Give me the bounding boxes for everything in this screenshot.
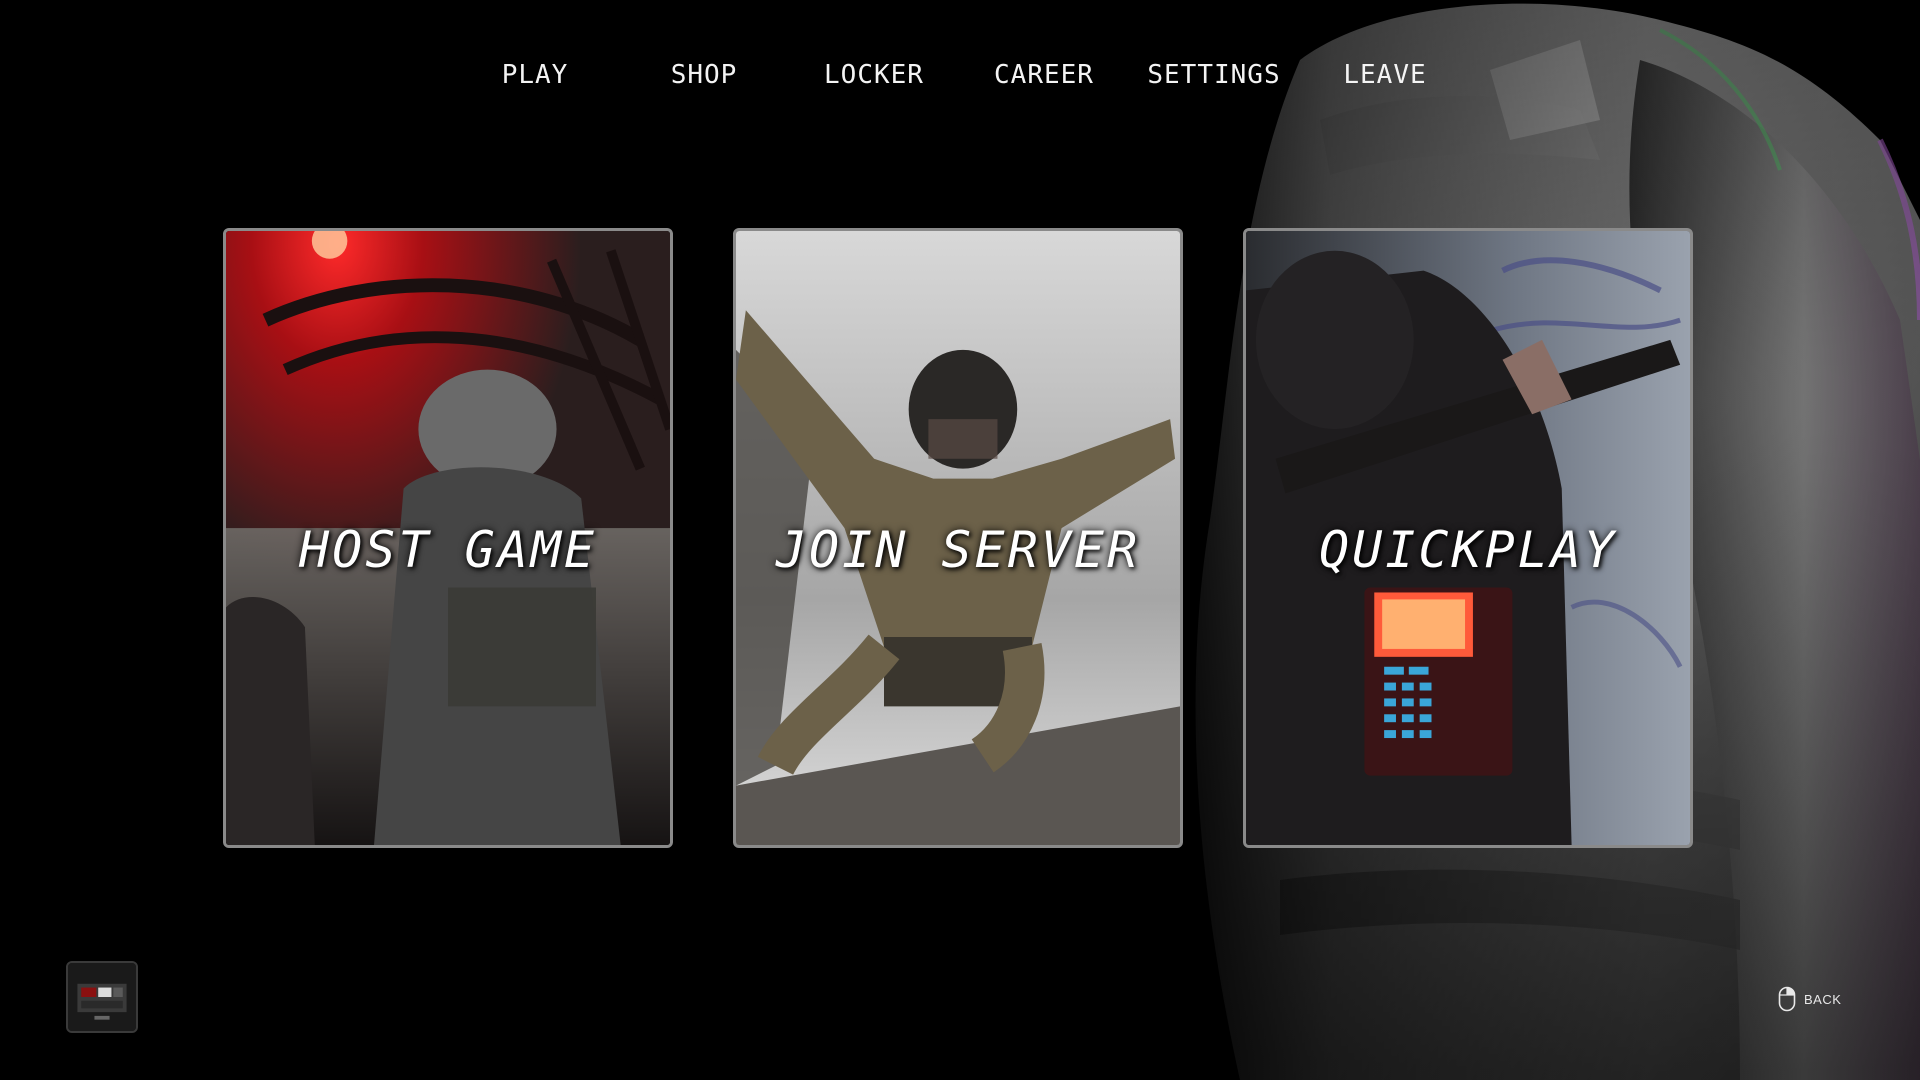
quickplay-card[interactable]: QUICKPLAY bbox=[1243, 228, 1693, 848]
nav-locker[interactable]: LOCKER bbox=[794, 52, 954, 98]
nav-leave[interactable]: LEAVE bbox=[1305, 52, 1465, 98]
back-label: BACK bbox=[1804, 991, 1842, 1007]
nav-settings[interactable]: SETTINGS bbox=[1134, 52, 1294, 98]
nav-career[interactable]: CAREER bbox=[964, 52, 1124, 98]
host-game-card[interactable]: HOST GAME bbox=[223, 228, 673, 848]
mode-preview-thumbnail[interactable] bbox=[66, 961, 138, 1033]
nav-play[interactable]: PLAY bbox=[455, 52, 615, 98]
main-nav: PLAY SHOP LOCKER CAREER SETTINGS LEAVE bbox=[0, 52, 1920, 98]
join-server-label: JOIN SERVER bbox=[775, 521, 1141, 579]
back-button[interactable]: BACK bbox=[1778, 986, 1841, 1012]
join-server-card[interactable]: JOIN SERVER bbox=[733, 228, 1183, 848]
quickplay-label: QUICKPLAY bbox=[1319, 521, 1617, 579]
nav-shop[interactable]: SHOP bbox=[624, 52, 784, 98]
host-game-label: HOST GAME bbox=[299, 521, 597, 579]
mouse-right-click-icon bbox=[1778, 986, 1796, 1012]
